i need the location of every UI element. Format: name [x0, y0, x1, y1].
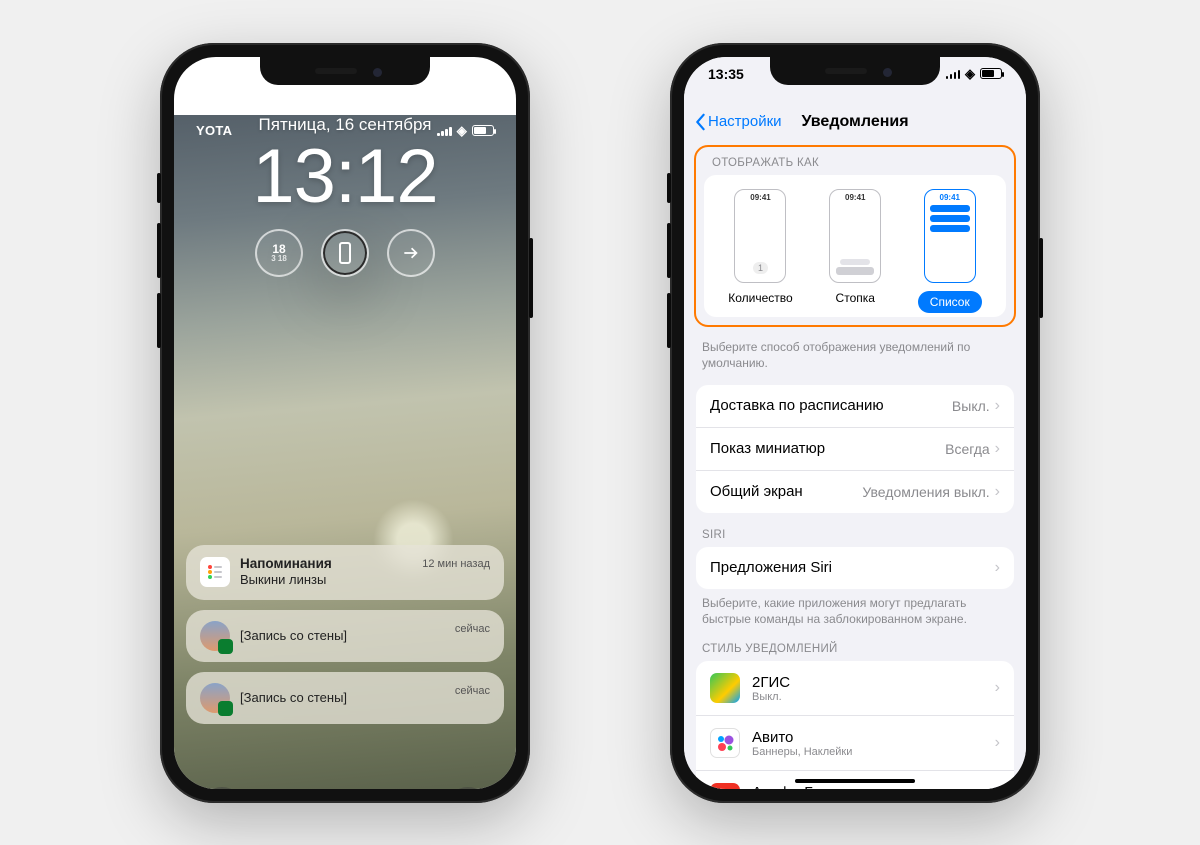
wifi-icon: ◈: [965, 66, 975, 82]
option-label-selected: Список: [918, 291, 982, 313]
signal-icon: [946, 69, 961, 79]
reminders-icon: [200, 557, 230, 587]
siri-footer: Выберите, какие приложения могут предлаг…: [684, 589, 1026, 627]
option-label: Стопка: [836, 291, 875, 305]
wifi-icon: ◈: [457, 123, 467, 139]
settings-group-general: Доставка по расписанию Выкл.› Показ мини…: [696, 385, 1014, 513]
display-option-count[interactable]: 09:41 1 Количество: [728, 189, 792, 313]
app-icon-avito: [710, 728, 740, 758]
nav-bar: Настройки Уведомления: [684, 103, 1026, 141]
phone-lockscreen: YOTA ◈ Пятница, 16 сентября 13:12 183 18: [160, 43, 530, 803]
lock-screen[interactable]: YOTA ◈ Пятница, 16 сентября 13:12 183 18: [174, 115, 516, 789]
battery-icon: [472, 125, 494, 136]
battery-icon: [980, 68, 1002, 79]
section-header-style: СТИЛЬ УВЕДОМЛЕНИЙ: [684, 627, 1026, 661]
phone-settings: 13:35 ◈ Настройки Уведомления ОТОБРАЖАТЬ…: [670, 43, 1040, 803]
chevron-right-icon: ›: [995, 679, 1000, 697]
notification-time: 12 мин назад: [422, 558, 490, 570]
battery-widget[interactable]: [321, 229, 369, 277]
chevron-right-icon: ›: [995, 734, 1000, 752]
section-header-display: ОТОБРАЖАТЬ КАК: [696, 147, 1014, 175]
notification-app: Напоминания: [240, 556, 332, 571]
notification-body: [Запись со стены]: [240, 628, 347, 643]
app-icon-alfabank: A: [710, 783, 740, 788]
app-icon-2gis: [710, 673, 740, 703]
lockscreen-bottom-bar: Смахните вверх, чтобы открыть: [174, 787, 516, 789]
notch: [260, 57, 430, 85]
chevron-right-icon: ›: [995, 483, 1000, 501]
app-row-2gis[interactable]: 2ГИСВыкл. ›: [696, 661, 1014, 715]
home-indicator[interactable]: [795, 779, 915, 783]
app-list: 2ГИСВыкл. › АвитоБаннеры, Наклейки › A А…: [696, 661, 1014, 788]
notification-body: Выкини линзы: [240, 572, 326, 587]
status-bar: YOTA ◈: [174, 123, 516, 139]
status-time: 13:35: [708, 66, 744, 82]
next-widget[interactable]: [387, 229, 435, 277]
chevron-right-icon: ›: [995, 440, 1000, 458]
notification-item[interactable]: НапоминанияВыкини линзы 12 мин назад: [186, 545, 504, 600]
calendar-widget[interactable]: 183 18: [255, 229, 303, 277]
notification-item[interactable]: [Запись со стены] сейчас: [186, 672, 504, 724]
notification-time: сейчас: [455, 623, 490, 635]
chevron-right-icon: ›: [995, 397, 1000, 415]
camera-button[interactable]: [446, 787, 490, 789]
notification-body: [Запись со стены]: [240, 690, 347, 705]
flashlight-button[interactable]: [200, 787, 244, 789]
vk-avatar-icon: [200, 683, 230, 713]
lockscreen-time: 13:12: [174, 139, 516, 215]
signal-icon: [437, 126, 452, 136]
display-footer: Выберите способ отображения уведомлений …: [684, 333, 1026, 371]
notification-item[interactable]: [Запись со стены] сейчас: [186, 610, 504, 662]
carrier-label: YOTA: [196, 123, 232, 139]
page-title: Уведомления: [801, 113, 908, 131]
display-option-stack[interactable]: 09:41 Стопка: [829, 189, 881, 313]
settings-screen[interactable]: 13:35 ◈ Настройки Уведомления ОТОБРАЖАТЬ…: [684, 57, 1026, 789]
row-show-previews[interactable]: Показ миниатюр Всегда›: [696, 427, 1014, 470]
display-option-list[interactable]: 09:41 Список: [918, 189, 982, 313]
lockscreen-widgets: 183 18: [174, 229, 516, 277]
section-header-siri: SIRI: [684, 513, 1026, 547]
row-siri-suggestions[interactable]: Предложения Siri ›: [696, 547, 1014, 589]
chevron-left-icon: [694, 113, 706, 131]
notch: [770, 57, 940, 85]
vk-avatar-icon: [200, 621, 230, 651]
display-as-highlight: ОТОБРАЖАТЬ КАК 09:41 1 Количество 09:41: [694, 145, 1016, 327]
row-scheduled-delivery[interactable]: Доставка по расписанию Выкл.›: [696, 385, 1014, 427]
chevron-right-icon: ›: [995, 559, 1000, 577]
notification-time: сейчас: [455, 685, 490, 697]
option-label: Количество: [728, 291, 792, 305]
back-button[interactable]: Настройки: [694, 113, 782, 131]
row-screen-sharing[interactable]: Общий экран Уведомления выкл.›: [696, 470, 1014, 513]
notification-list: НапоминанияВыкини линзы 12 мин назад [За…: [186, 545, 504, 724]
app-row-avito[interactable]: АвитоБаннеры, Наклейки ›: [696, 715, 1014, 770]
